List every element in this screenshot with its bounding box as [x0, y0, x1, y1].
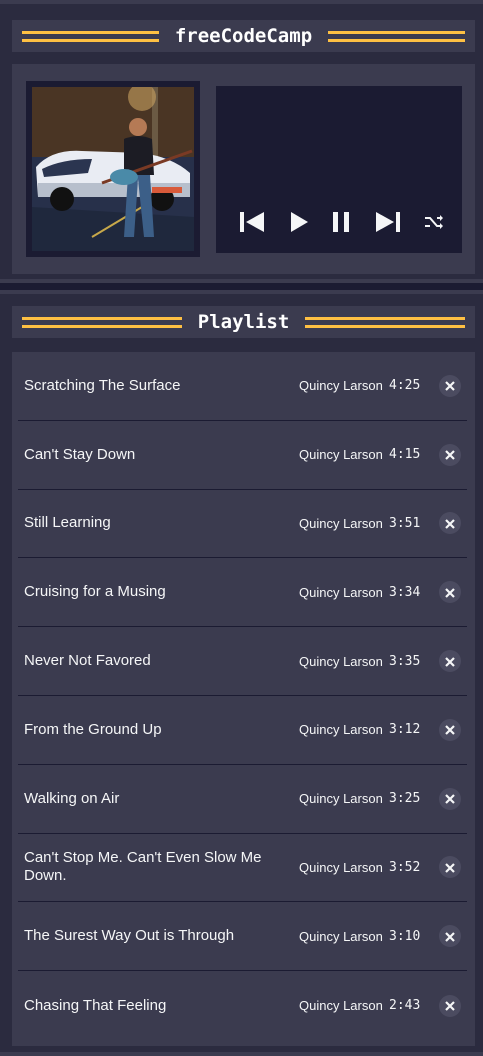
song-artist: Quincy Larson: [299, 447, 383, 463]
playlist-title: Playlist: [197, 311, 290, 333]
pause-button[interactable]: [331, 209, 351, 239]
song-artist: Quincy Larson: [299, 653, 383, 669]
song-duration: 4:25: [389, 378, 421, 394]
playlist-header: Playlist: [12, 306, 475, 338]
song-list: Scratching The Surface Quincy Larson 4:25 C…: [12, 352, 475, 1046]
playlist-song[interactable]: Walking on Air Quincy Larson 3:25: [18, 765, 467, 834]
song-duration: 3:52: [389, 859, 421, 875]
delete-song-button[interactable]: [439, 856, 461, 879]
song-artist: Quincy Larson: [299, 998, 383, 1014]
delete-song-button[interactable]: [439, 925, 461, 948]
delete-song-button[interactable]: [439, 443, 461, 466]
album-art: [26, 81, 200, 257]
close-icon: [445, 789, 455, 808]
song-title: Walking on Air: [24, 789, 120, 807]
song-duration: 3:25: [389, 791, 421, 807]
close-icon: [445, 652, 455, 671]
playlist-song[interactable]: Can't Stay Down Quincy Larson 4:15: [18, 421, 467, 490]
playlist-song[interactable]: The Surest Way Out is Through Quincy Lars…: [18, 902, 467, 972]
song-title: Can't Stop Me. Can't Even Slow Me Down.: [24, 849, 262, 885]
song-artist: Quincy Larson: [299, 722, 383, 738]
playlist-song[interactable]: Chasing That Feeling Quincy Larson 2:43: [18, 971, 467, 1040]
song-duration: 3:10: [389, 928, 421, 944]
song-duration: 3:34: [389, 584, 421, 600]
song-artist: Quincy Larson: [299, 515, 383, 531]
player-controls: [238, 209, 444, 239]
close-icon: [445, 583, 455, 602]
playlist-song[interactable]: Can't Stop Me. Can't Even Slow Me Down. Q…: [18, 834, 467, 903]
controls-area: [216, 86, 462, 253]
close-icon: [445, 376, 455, 395]
header-decoration-left: [22, 316, 182, 328]
song-artist: Quincy Larson: [299, 791, 383, 807]
close-icon: [445, 996, 455, 1015]
song-artist: Quincy Larson: [299, 859, 383, 875]
song-duration: 3:51: [389, 515, 421, 531]
player-body: [12, 64, 475, 274]
album-art-image: [32, 87, 194, 251]
delete-song-button[interactable]: [439, 650, 461, 673]
song-title: The Surest Way Out is Through: [24, 927, 235, 945]
song-title: Cruising for a Musing: [24, 583, 166, 601]
song-duration: 2:43: [389, 998, 421, 1014]
pause-icon: [331, 211, 351, 237]
song-title: Scratching The Surface: [24, 376, 181, 394]
playlist-song[interactable]: From the Ground Up Quincy Larson 3:12: [18, 696, 467, 765]
playlist-song[interactable]: Cruising for a Musing Quincy Larson 3:34: [18, 558, 467, 628]
header-decoration-right: [328, 30, 465, 42]
delete-song-button[interactable]: [439, 718, 461, 741]
playlist-song[interactable]: Never Not Favored Quincy Larson 3:35: [18, 627, 467, 696]
next-button[interactable]: [374, 209, 402, 239]
player-header: freeCodeCamp: [12, 20, 475, 52]
delete-song-button[interactable]: [439, 994, 461, 1017]
song-title: Chasing That Feeling: [24, 996, 167, 1014]
song-duration: 3:12: [389, 722, 421, 738]
close-icon: [445, 858, 455, 877]
next-icon: [374, 211, 402, 237]
shuffle-icon: [424, 214, 444, 234]
delete-song-button[interactable]: [439, 787, 461, 810]
playlist-panel: Playlist Scratching The Surface Quincy La…: [0, 290, 483, 1056]
player-panel: freeCodeCamp: [0, 0, 483, 283]
playlist-song[interactable]: Scratching The Surface Quincy Larson 4:25: [18, 352, 467, 421]
play-icon: [289, 211, 309, 237]
close-icon: [445, 720, 455, 739]
song-duration: 3:35: [389, 653, 421, 669]
song-duration: 4:15: [389, 447, 421, 463]
delete-song-button[interactable]: [439, 581, 461, 604]
close-icon: [445, 927, 455, 946]
header-decoration-left: [22, 30, 159, 42]
close-icon: [445, 445, 455, 464]
shuffle-button[interactable]: [424, 209, 444, 239]
delete-song-button[interactable]: [439, 374, 461, 397]
song-artist: Quincy Larson: [299, 584, 383, 600]
close-icon: [445, 514, 455, 533]
song-artist: Quincy Larson: [299, 928, 383, 944]
delete-song-button[interactable]: [439, 512, 461, 535]
player-title: freeCodeCamp: [174, 25, 313, 47]
song-artist: Quincy Larson: [299, 378, 383, 394]
song-title: Still Learning: [24, 514, 111, 532]
play-button[interactable]: [289, 209, 309, 239]
header-decoration-right: [305, 316, 466, 328]
song-title: Can't Stay Down: [24, 445, 136, 463]
song-title: From the Ground Up: [24, 720, 162, 738]
previous-icon: [238, 211, 266, 237]
song-title: Never Not Favored: [24, 652, 151, 670]
previous-button[interactable]: [238, 209, 266, 239]
playlist-song[interactable]: Still Learning Quincy Larson 3:51: [18, 490, 467, 559]
